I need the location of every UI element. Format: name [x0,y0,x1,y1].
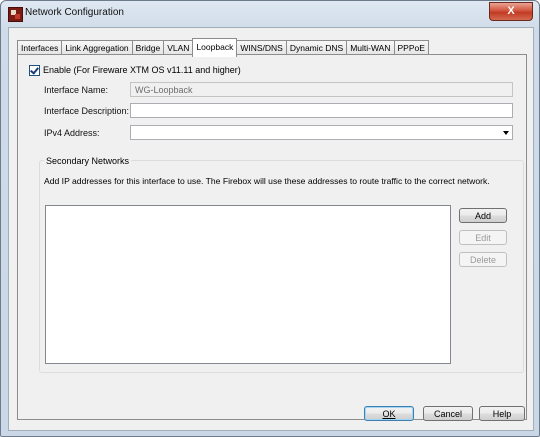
ok-button-label: OK [382,409,396,419]
help-button[interactable]: Help [479,406,525,421]
interface-description-field[interactable] [130,103,513,118]
tab-loopback[interactable]: Loopback [192,38,238,57]
ipv4-address-dropdown[interactable] [130,125,513,140]
delete-button[interactable]: Delete [459,252,507,267]
help-button-label: Help [492,409,512,419]
enable-label[interactable]: Enable (For Fireware XTM OS v11.11 and h… [43,65,241,75]
interface-name-label: Interface Name: [44,85,109,95]
secondary-networks-list[interactable] [45,205,451,364]
window-title: Network Configuration [25,7,124,18]
title-bar[interactable]: Network Configuration X [1,1,539,25]
enable-checkbox[interactable] [29,65,40,76]
close-button[interactable]: X [489,2,533,21]
network-configuration-window: Network Configuration X Interfaces Link … [0,0,540,437]
interface-description-label: Interface Description: [44,106,130,116]
cancel-button-label: Cancel [433,409,462,419]
add-button[interactable]: Add [459,208,507,223]
chevron-down-icon[interactable] [503,131,509,135]
cancel-button[interactable]: Cancel [423,406,473,421]
secondary-networks-description: Add IP addresses for this interface to u… [44,176,490,186]
tab-strip: Interfaces Link Aggregation Bridge VLAN … [17,38,429,57]
app-icon [8,7,23,22]
secondary-networks-title: Secondary Networks [44,156,132,166]
interface-name-field: WG-Loopback [130,82,513,97]
ipv4-address-label: IPv4 Address: [44,128,100,138]
edit-button[interactable]: Edit [459,230,507,245]
ok-button[interactable]: OK [364,406,414,421]
dialog-client-area: Interfaces Link Aggregation Bridge VLAN … [8,27,534,431]
